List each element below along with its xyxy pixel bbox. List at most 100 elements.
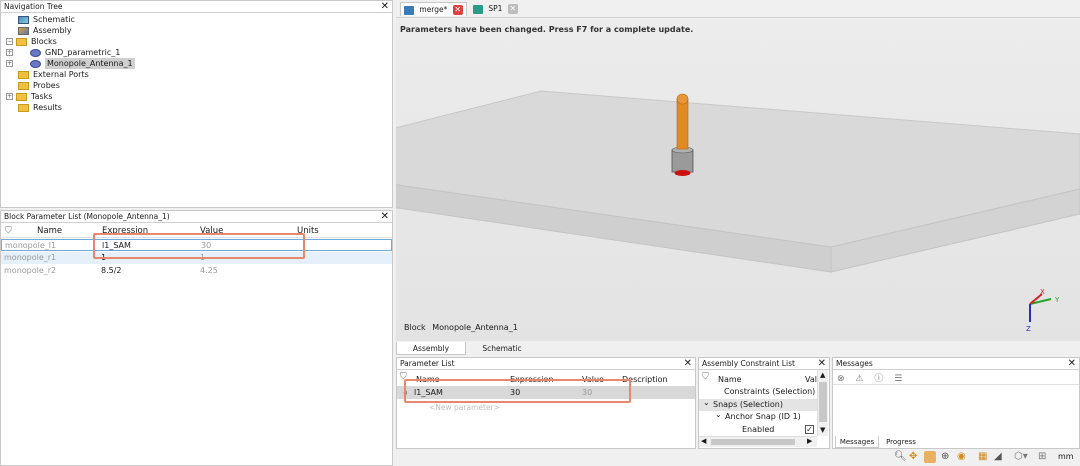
constraint-item[interactable]: Enabled ✓ bbox=[699, 424, 817, 436]
expand-icon[interactable]: + bbox=[6, 60, 13, 67]
rotate-icon[interactable] bbox=[924, 451, 936, 463]
filter-icon[interactable]: ⛉ bbox=[702, 372, 709, 382]
tree-item-label: Schematic bbox=[33, 15, 75, 24]
tab-merge[interactable]: merge* ✕ bbox=[400, 2, 467, 16]
tab-label: Progress bbox=[886, 438, 916, 446]
tree-item-label: Monopole_Antenna_1 bbox=[45, 58, 135, 69]
tree-item-label: Results bbox=[33, 103, 62, 112]
measure-icon[interactable]: ◢ bbox=[994, 451, 1002, 462]
filter-icon[interactable]: ⛉ bbox=[5, 226, 12, 236]
tab-sp1[interactable]: SP1 ✕ bbox=[470, 2, 521, 16]
grid-icon[interactable]: ▦ bbox=[978, 451, 987, 462]
block-parameter-title: Block Parameter List (Monopole_Antenna_1… bbox=[1, 211, 392, 223]
info-icon[interactable]: ⓘ bbox=[874, 374, 883, 384]
expand-icon[interactable]: + bbox=[6, 93, 13, 100]
constraint-item[interactable]: Constraints (Selection) bbox=[699, 386, 817, 398]
column-header-name[interactable]: Name bbox=[37, 226, 62, 236]
snap-icon[interactable]: ⊞ bbox=[1038, 451, 1046, 462]
tree-item[interactable]: Probes bbox=[4, 80, 389, 91]
tab-label: SP1 bbox=[488, 4, 503, 13]
param-expression[interactable]: 8.5/2 bbox=[101, 265, 122, 277]
folder-icon bbox=[18, 104, 29, 112]
close-icon[interactable]: ✕ bbox=[452, 5, 463, 15]
block-icon bbox=[30, 60, 41, 68]
tab-messages[interactable]: Messages bbox=[835, 436, 879, 448]
tree-item[interactable]: + Tasks bbox=[4, 91, 389, 102]
new-parameter-row[interactable]: <New parameter> bbox=[429, 403, 500, 412]
assembly-icon bbox=[18, 27, 29, 35]
close-icon[interactable]: ✕ bbox=[684, 358, 692, 369]
scroll-up-icon[interactable]: ▲ bbox=[820, 371, 825, 379]
status-label: Block bbox=[404, 323, 426, 332]
close-icon[interactable]: ✕ bbox=[381, 211, 389, 222]
enabled-checkbox[interactable]: ✓ bbox=[805, 424, 814, 434]
chevron-down-icon[interactable]: ⌄ bbox=[703, 397, 710, 409]
pan-icon[interactable]: ✥ bbox=[909, 451, 917, 462]
folder-icon bbox=[18, 82, 29, 90]
navigation-tree-title: Navigation Tree ✕ bbox=[1, 1, 392, 13]
unit-label[interactable]: mm bbox=[1058, 452, 1074, 461]
folder-icon bbox=[16, 93, 27, 101]
tree-item[interactable]: − Blocks bbox=[4, 36, 389, 47]
horizontal-scrollbar[interactable]: ◀ ▶ bbox=[699, 436, 817, 447]
antenna-radiator bbox=[676, 98, 689, 150]
tree-item-label: GND_parametric_1 bbox=[45, 48, 121, 57]
constraint-list-panel: Assembly Constraint List ✕ ⛉ Name Val Co… bbox=[698, 357, 830, 449]
close-icon[interactable]: ✕ bbox=[818, 358, 826, 369]
collapse-icon[interactable]: − bbox=[6, 38, 13, 45]
close-icon[interactable]: ✕ bbox=[507, 4, 518, 14]
table-row[interactable]: monopole_r2 8.5/2 4.25 bbox=[1, 265, 392, 277]
expand-icon[interactable]: + bbox=[6, 49, 13, 56]
scroll-right-icon[interactable]: ▶ bbox=[807, 437, 812, 445]
viewport-status: Block Monopole_Antenna_1 bbox=[404, 323, 518, 332]
vertical-scrollbar[interactable]: ▲ ▼ bbox=[817, 370, 828, 436]
tree-item[interactable]: Assembly bbox=[4, 25, 389, 36]
tree-item-label: Probes bbox=[33, 81, 60, 90]
scroll-left-icon[interactable]: ◀ bbox=[701, 437, 706, 445]
model-icon bbox=[404, 5, 414, 15]
parameter-list-title: Parameter List ✕ bbox=[397, 358, 695, 370]
scene-svg bbox=[396, 90, 1080, 322]
scroll-thumb[interactable] bbox=[711, 439, 795, 445]
panel-title-text: Assembly Constraint List bbox=[702, 359, 795, 368]
tab-assembly[interactable]: Assembly bbox=[396, 342, 466, 355]
clear-icon[interactable]: ⊗ bbox=[837, 374, 845, 384]
constraint-label: Enabled bbox=[742, 424, 775, 434]
status-bar: 🔍︎ ✥ ⊕ ◉ ▦ ◢ ⬡▾ ⊞ mm bbox=[396, 450, 1080, 466]
tree-item[interactable]: Results bbox=[4, 102, 389, 113]
scroll-thumb[interactable] bbox=[819, 382, 827, 422]
orbit-icon[interactable]: ◉ bbox=[957, 451, 966, 462]
sparam-icon bbox=[473, 4, 483, 14]
constraint-item[interactable]: ⌄ Anchor Snap (ID 1) bbox=[699, 409, 817, 423]
antenna-feed bbox=[674, 170, 691, 176]
column-header-name[interactable]: Name bbox=[718, 375, 742, 384]
tree-item[interactable]: External Ports bbox=[4, 69, 389, 80]
warning-icon[interactable]: ⚠ bbox=[855, 374, 863, 384]
messages-toolbar: ⊗ ⚠ ⓘ ☰ bbox=[837, 371, 902, 384]
highlight-box bbox=[404, 379, 631, 403]
column-header-value[interactable]: Val bbox=[805, 375, 817, 384]
panel-title-text: Parameter List bbox=[400, 359, 455, 368]
messages-body bbox=[833, 384, 1079, 436]
tab-label: Messages bbox=[839, 438, 875, 446]
close-icon[interactable]: ✕ bbox=[1068, 358, 1076, 369]
scroll-down-icon[interactable]: ▼ bbox=[820, 426, 825, 434]
tab-progress[interactable]: Progress bbox=[881, 436, 921, 448]
filter-list-icon[interactable]: ☰ bbox=[894, 374, 902, 384]
chevron-down-icon[interactable]: ⌄ bbox=[715, 409, 722, 421]
tree-item[interactable]: + Monopole_Antenna_1 bbox=[4, 58, 389, 69]
tab-label: Assembly bbox=[412, 344, 450, 353]
zoom-fit-icon[interactable]: ⊕ bbox=[941, 451, 949, 462]
view-cube-icon[interactable]: ⬡▾ bbox=[1014, 451, 1028, 462]
tree-item[interactable]: + GND_parametric_1 bbox=[4, 47, 389, 58]
param-name: monopole_l1 bbox=[5, 241, 57, 250]
tree-item[interactable]: Schematic bbox=[4, 14, 389, 25]
3d-viewport[interactable]: Parameters have been changed. Press F7 f… bbox=[396, 19, 1080, 341]
folder-icon bbox=[18, 71, 29, 79]
status-value: Monopole_Antenna_1 bbox=[432, 323, 518, 332]
zoom-icon[interactable]: 🔍︎ bbox=[894, 451, 907, 462]
tab-schematic[interactable]: Schematic bbox=[468, 342, 536, 355]
close-icon[interactable]: ✕ bbox=[381, 1, 389, 12]
antenna-tip bbox=[676, 93, 689, 105]
axis-label-z: Z bbox=[1026, 325, 1031, 333]
